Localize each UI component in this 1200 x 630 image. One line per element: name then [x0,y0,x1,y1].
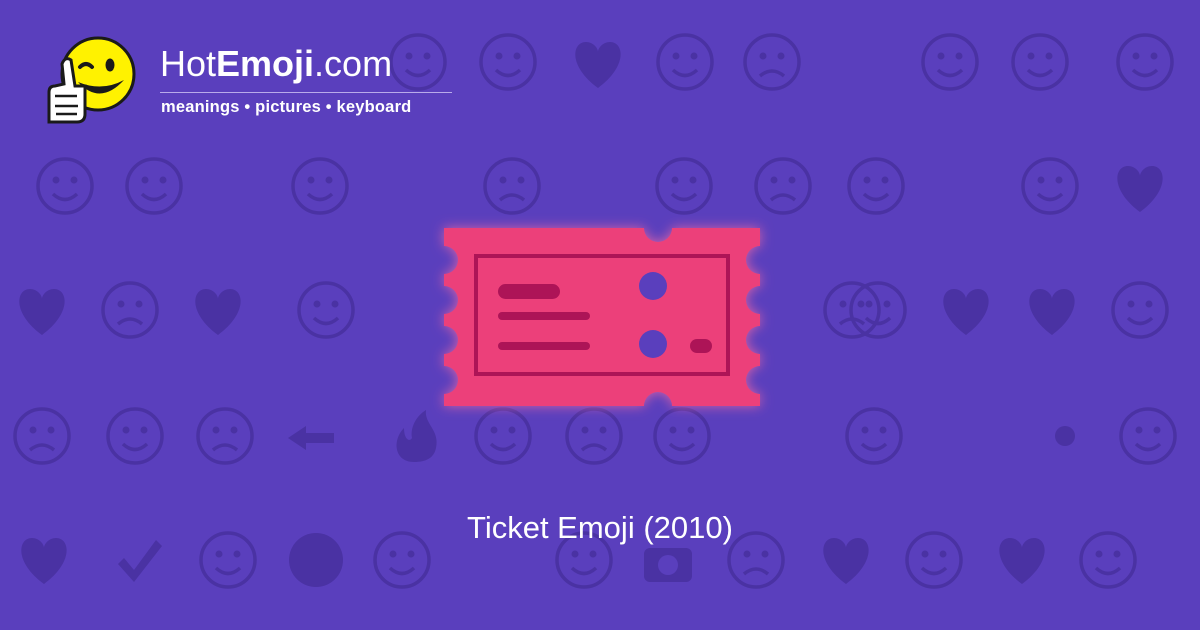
site-tagline: meanings • pictures • keyboard [161,98,412,116]
thumbs-up-wink-mascot-icon [47,36,136,124]
ticket-icon [444,228,760,406]
site-name: HotEmoji.com [160,43,393,84]
emoji-caption: Ticket Emoji (2010) [467,510,733,545]
site-logo[interactable]: HotEmoji.com meanings • pictures • keybo… [40,34,480,134]
logo-divider [160,92,452,93]
